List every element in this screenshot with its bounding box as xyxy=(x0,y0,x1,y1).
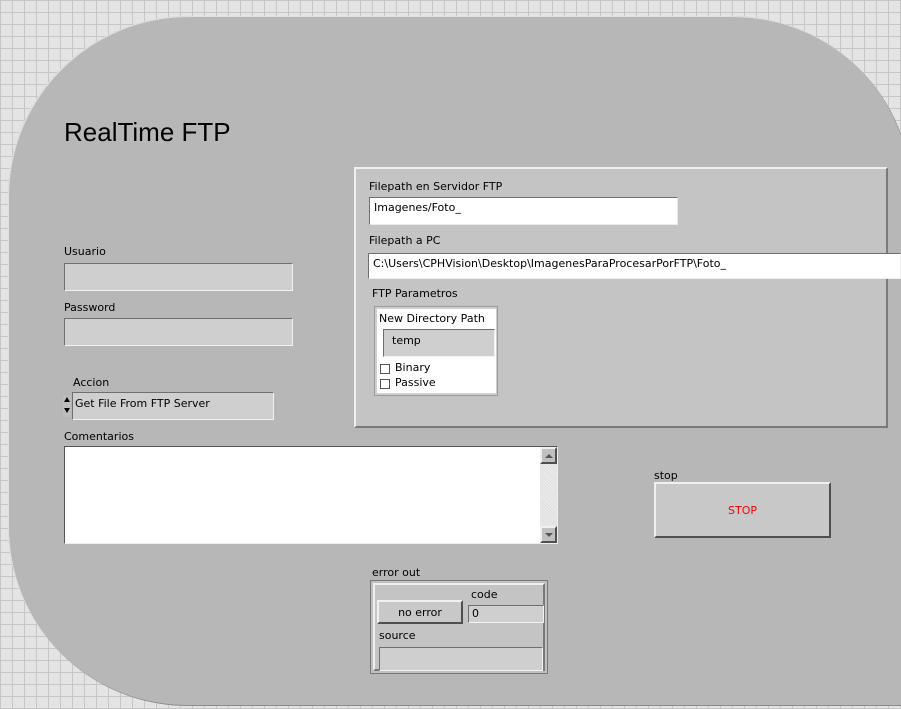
passive-checkbox[interactable] xyxy=(380,379,390,389)
usuario-label: Usuario xyxy=(64,245,106,258)
status-text: no error xyxy=(398,605,442,619)
scroll-down-arrow-icon xyxy=(544,532,553,537)
stop-button-text: STOP xyxy=(728,503,757,517)
pc-path-label: Filepath a PC xyxy=(369,234,441,247)
up-arrow-icon[interactable] xyxy=(64,397,70,402)
accion-value-box[interactable]: Get File From FTP Server xyxy=(72,392,274,420)
scroll-up-button[interactable] xyxy=(540,447,557,464)
code-value: 0 xyxy=(472,607,479,620)
new-directory-label: New Directory Path xyxy=(379,312,485,325)
source-label: source xyxy=(379,629,416,642)
textarea-scrollbar[interactable] xyxy=(540,447,557,543)
ftp-parametros-label: FTP Parametros xyxy=(372,287,458,300)
binary-label: Binary xyxy=(395,361,431,374)
ftp-parametros-cluster: New Directory Path temp Binary Passive xyxy=(374,306,498,396)
comentarios-textarea[interactable] xyxy=(64,446,558,544)
source-field xyxy=(379,647,543,671)
scroll-up-arrow-icon xyxy=(544,453,553,458)
error-out-label: error out xyxy=(372,566,421,579)
new-directory-field[interactable]: temp xyxy=(383,329,495,357)
binary-checkbox[interactable] xyxy=(380,364,390,374)
password-label: Password xyxy=(64,301,116,314)
accion-ring-control[interactable]: Get File From FTP Server xyxy=(63,392,274,420)
servidor-label: Filepath en Servidor FTP xyxy=(369,180,503,193)
code-label: code xyxy=(471,588,498,601)
passive-label: Passive xyxy=(395,376,436,389)
comentarios-label: Comentarios xyxy=(64,430,134,443)
status-indicator[interactable]: no error xyxy=(377,600,463,624)
new-directory-value: temp xyxy=(392,334,421,347)
scroll-down-button[interactable] xyxy=(540,526,557,543)
password-field[interactable] xyxy=(64,318,293,346)
usuario-field[interactable] xyxy=(64,263,293,291)
new-directory-box: New Directory Path temp xyxy=(377,309,496,365)
servidor-path-field[interactable]: Imagenes/Foto_ xyxy=(369,197,678,225)
servidor-path-value: Imagenes/Foto_ xyxy=(374,201,461,214)
accion-label: Accion xyxy=(73,376,110,389)
code-field: 0 xyxy=(468,605,544,623)
down-arrow-icon[interactable] xyxy=(64,408,70,413)
stop-label: stop xyxy=(654,469,678,482)
accion-value: Get File From FTP Server xyxy=(75,397,210,410)
pc-path-field[interactable]: C:\Users\CPHVision\Desktop\ImagenesParaP… xyxy=(368,253,901,279)
increment-decrement-arrows[interactable] xyxy=(63,395,71,417)
error-out-cluster: code no error 0 source xyxy=(370,580,548,674)
page-title: RealTime FTP xyxy=(64,117,231,147)
stop-button[interactable]: STOP xyxy=(654,482,831,538)
pc-path-value: C:\Users\CPHVision\Desktop\ImagenesParaP… xyxy=(373,257,727,270)
checkboxes-box: Binary Passive xyxy=(377,359,496,393)
